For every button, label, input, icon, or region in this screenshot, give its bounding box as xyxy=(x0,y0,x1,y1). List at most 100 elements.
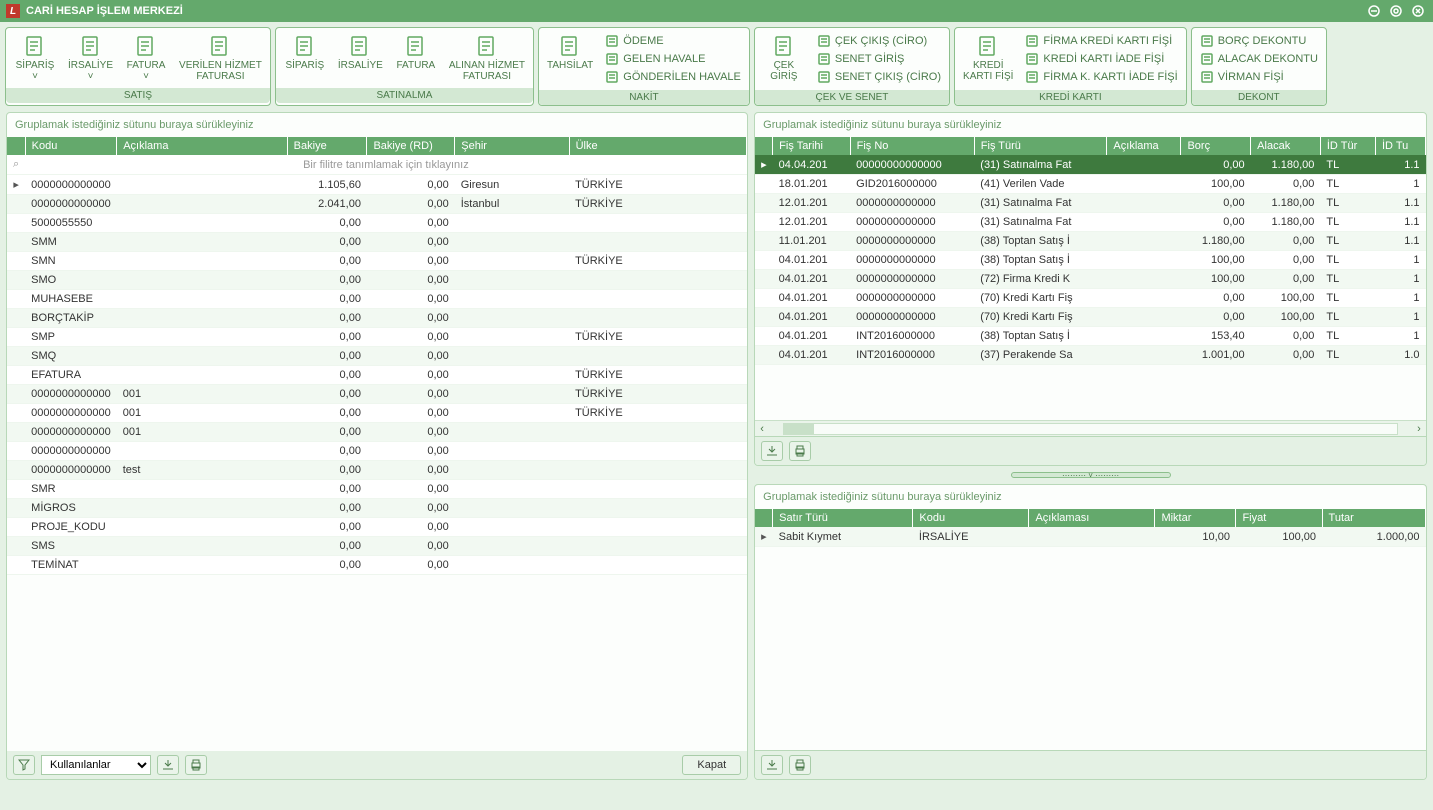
ribbon-button[interactable]: ALINAN HİZMET FATURASI xyxy=(443,32,531,84)
table-row[interactable]: 04.01.2010000000000000(70) Kredi Kartı F… xyxy=(755,308,1425,327)
column-header[interactable]: Miktar xyxy=(1155,509,1236,527)
print-button[interactable] xyxy=(185,755,207,775)
maximize-button[interactable] xyxy=(1387,2,1405,20)
ribbon-button[interactable]: FATURA ˅ xyxy=(119,32,173,84)
table-row[interactable]: TEMİNAT0,000,00 xyxy=(7,556,747,575)
table-row[interactable]: 00000000000000,000,00 xyxy=(7,442,747,461)
ribbon-button-small[interactable]: VİRMAN FİŞİ xyxy=(1194,68,1324,86)
group-hint-trans[interactable]: Gruplamak istediğiniz sütunu buraya sürü… xyxy=(755,113,1426,137)
horizontal-splitter[interactable]: ⋯⋯⋯ ˅ ⋯⋯⋯ xyxy=(754,470,1427,480)
column-header[interactable]: Kodu xyxy=(913,509,1029,527)
table-row[interactable]: 04.01.2010000000000000(72) Firma Kredi K… xyxy=(755,270,1425,289)
table-row[interactable]: SMR0,000,00 xyxy=(7,480,747,499)
group-hint-detail[interactable]: Gruplamak istediğiniz sütunu buraya sürü… xyxy=(755,485,1426,509)
column-header[interactable]: Açıklaması xyxy=(1029,509,1155,527)
ribbon-button[interactable]: İRSALİYE xyxy=(332,32,389,73)
table-row[interactable]: 11.01.2010000000000000(38) Toptan Satış … xyxy=(755,232,1425,251)
table-row[interactable]: 0000000000000test0,000,00 xyxy=(7,461,747,480)
ribbon-button-small[interactable]: BORÇ DEKONTU xyxy=(1194,32,1324,50)
close-button[interactable] xyxy=(1409,2,1427,20)
ribbon-button-small[interactable]: ÇEK ÇIKIŞ (CİRO) xyxy=(811,32,947,50)
column-header[interactable]: Borç xyxy=(1181,137,1251,155)
column-header[interactable]: Fiş Tarihi xyxy=(773,137,850,155)
ribbon-button[interactable]: KREDİ KARTI FİŞİ xyxy=(957,32,1019,84)
column-header[interactable]: Şehir xyxy=(455,137,569,155)
table-row[interactable]: 00000000000002.041,000,00İstanbulTÜRKİYE xyxy=(7,195,747,214)
horizontal-scrollbar[interactable]: ‹ › xyxy=(755,420,1426,436)
ribbon-button-small[interactable]: SENET ÇIKIŞ (CİRO) xyxy=(811,68,947,86)
ribbon-button-small[interactable]: GELEN HAVALE xyxy=(599,50,747,68)
ribbon-button-small[interactable]: KREDİ KARTI İADE FİŞİ xyxy=(1019,50,1183,68)
ribbon-button[interactable]: FATURA xyxy=(389,32,443,73)
ribbon-button[interactable]: İRSALİYE ˅ xyxy=(62,32,119,84)
group-hint-left[interactable]: Gruplamak istediğiniz sütunu buraya sürü… xyxy=(7,113,747,137)
ribbon-button[interactable]: TAHSİLAT xyxy=(541,32,599,73)
table-row[interactable]: BORÇTAKİP0,000,00 xyxy=(7,309,747,328)
column-header[interactable]: İD Tür xyxy=(1320,137,1375,155)
column-header[interactable]: Açıklama xyxy=(1107,137,1181,155)
ribbon-button-small[interactable]: ÖDEME xyxy=(599,32,747,50)
column-header[interactable]: Kodu xyxy=(25,137,117,155)
table-row[interactable]: 00000000000000010,000,00TÜRKİYE xyxy=(7,404,747,423)
filter-combo[interactable]: Kullanılanlar xyxy=(41,755,151,775)
table-row[interactable]: SMN0,000,00TÜRKİYE xyxy=(7,252,747,271)
table-row[interactable]: 12.01.2010000000000000(31) Satınalma Fat… xyxy=(755,194,1425,213)
close-panel-button[interactable]: Kapat xyxy=(682,755,741,775)
table-row[interactable]: 12.01.2010000000000000(31) Satınalma Fat… xyxy=(755,213,1425,232)
ribbon-button[interactable]: SİPARİŞ xyxy=(278,32,332,73)
table-row[interactable]: SMM0,000,00 xyxy=(7,233,747,252)
ribbon-button-small[interactable]: GÖNDERİLEN HAVALE xyxy=(599,68,747,86)
table-row[interactable]: SMP0,000,00TÜRKİYE xyxy=(7,328,747,347)
ribbon-button[interactable]: ÇEK GİRİŞ xyxy=(757,32,811,84)
table-row[interactable]: 04.01.2010000000000000(70) Kredi Kartı F… xyxy=(755,289,1425,308)
export-detail-button[interactable] xyxy=(761,755,783,775)
table-row[interactable]: EFATURA0,000,00TÜRKİYE xyxy=(7,366,747,385)
column-header[interactable]: Alacak xyxy=(1251,137,1321,155)
filter-row[interactable]: ⌕Bir filitre tanımlamak için tıklayınız xyxy=(7,155,747,175)
column-header[interactable]: Fiş No xyxy=(850,137,974,155)
print-trans-button[interactable] xyxy=(789,441,811,461)
export-trans-button[interactable] xyxy=(761,441,783,461)
table-row[interactable]: ▸Sabit KıymetİRSALİYE10,00100,001.000,00 xyxy=(755,527,1425,547)
ribbon-button[interactable]: VERİLEN HİZMET FATURASI xyxy=(173,32,268,84)
table-row[interactable]: 00000000000000010,000,00 xyxy=(7,423,747,442)
ribbon-button-small[interactable]: SENET GİRİŞ xyxy=(811,50,947,68)
column-header[interactable]: Satır Türü xyxy=(773,509,913,527)
detail-grid[interactable]: Satır TürüKoduAçıklamasıMiktarFiyatTutar… xyxy=(755,509,1426,750)
table-row[interactable]: 18.01.201GID2016000000(41) Verilen Vade1… xyxy=(755,175,1425,194)
table-row[interactable]: MUHASEBE0,000,00 xyxy=(7,290,747,309)
scroll-left-icon[interactable]: ‹ xyxy=(755,423,769,435)
ribbon-button-small[interactable]: FİRMA KREDİ KARTI FİŞİ xyxy=(1019,32,1183,50)
transactions-grid[interactable]: Fiş TarihiFiş NoFiş TürüAçıklamaBorçAlac… xyxy=(755,137,1426,420)
table-row[interactable]: 50000555500,000,00 xyxy=(7,214,747,233)
minimize-button[interactable] xyxy=(1365,2,1383,20)
filter-button[interactable] xyxy=(13,755,35,775)
column-header[interactable]: İD Tu xyxy=(1375,137,1425,155)
table-row[interactable]: ▸04.04.20100000000000000(31) Satınalma F… xyxy=(755,155,1425,175)
table-row[interactable]: 00000000000000010,000,00TÜRKİYE xyxy=(7,385,747,404)
column-header[interactable]: Ülke xyxy=(569,137,747,155)
ribbon-button[interactable]: SİPARİŞ ˅ xyxy=(8,32,62,84)
ribbon-button-small[interactable]: ALACAK DEKONTU xyxy=(1194,50,1324,68)
document-icon xyxy=(605,70,619,84)
accounts-grid[interactable]: KoduAçıklamaBakiyeBakiye (RD)ŞehirÜlke ⌕… xyxy=(7,137,747,751)
column-header[interactable]: Fiyat xyxy=(1236,509,1322,527)
table-row[interactable]: ▸00000000000001.105,600,00GiresunTÜRKİYE xyxy=(7,175,747,195)
print-detail-button[interactable] xyxy=(789,755,811,775)
table-row[interactable]: SMS0,000,00 xyxy=(7,537,747,556)
table-row[interactable]: MİGROS0,000,00 xyxy=(7,499,747,518)
table-row[interactable]: SMQ0,000,00 xyxy=(7,347,747,366)
scroll-right-icon[interactable]: › xyxy=(1412,423,1426,435)
column-header[interactable]: Bakiye (RD) xyxy=(367,137,455,155)
export-button[interactable] xyxy=(157,755,179,775)
table-row[interactable]: PROJE_KODU0,000,00 xyxy=(7,518,747,537)
column-header[interactable]: Tutar xyxy=(1322,509,1425,527)
column-header[interactable]: Fiş Türü xyxy=(974,137,1107,155)
table-row[interactable]: 04.01.201INT2016000000(37) Perakende Sa1… xyxy=(755,346,1425,365)
table-row[interactable]: 04.01.201INT2016000000(38) Toptan Satış … xyxy=(755,327,1425,346)
table-row[interactable]: 04.01.2010000000000000(38) Toptan Satış … xyxy=(755,251,1425,270)
column-header[interactable]: Bakiye xyxy=(287,137,367,155)
ribbon-button-small[interactable]: FİRMA K. KARTI İADE FİŞİ xyxy=(1019,68,1183,86)
table-row[interactable]: SMO0,000,00 xyxy=(7,271,747,290)
column-header[interactable]: Açıklama xyxy=(117,137,287,155)
